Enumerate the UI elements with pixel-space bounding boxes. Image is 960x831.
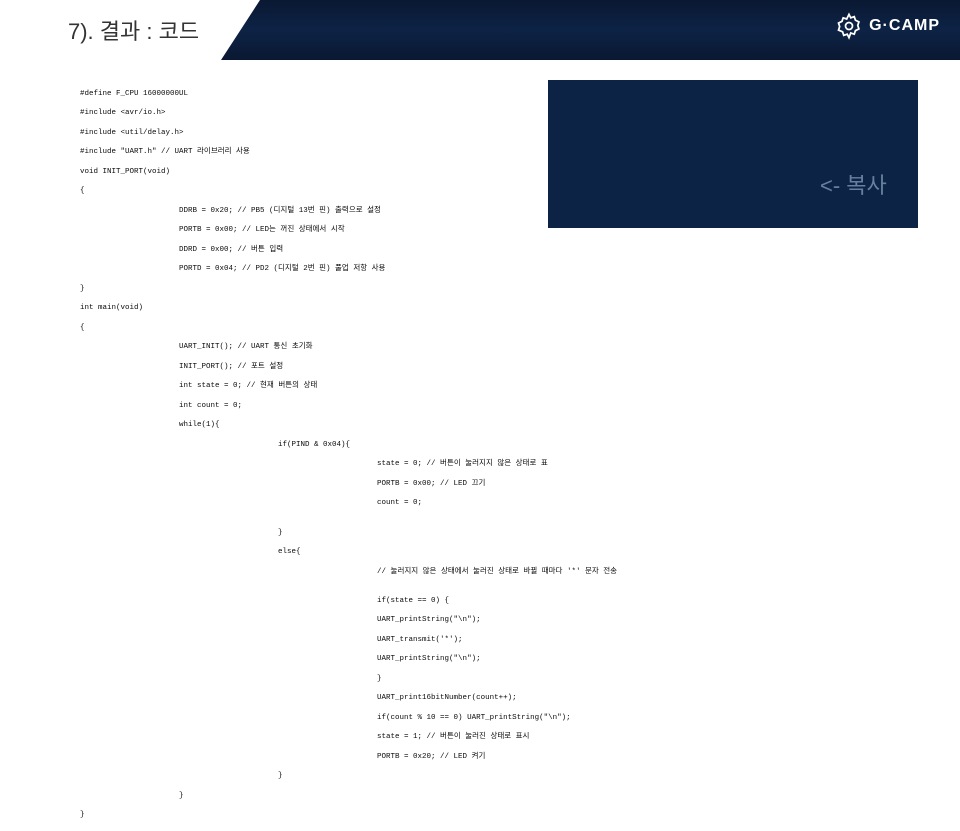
code-line: int count = 0; bbox=[80, 402, 880, 412]
code-line: #include <avr/io.h> bbox=[80, 109, 880, 119]
code-line: int main(void) bbox=[80, 304, 880, 314]
slide-title: 7). 결과 : 코드 bbox=[68, 14, 199, 46]
code-line: else{ bbox=[80, 548, 880, 558]
code-line: UART_printString("\n"); bbox=[80, 616, 880, 626]
code-line: while(1){ bbox=[80, 421, 880, 431]
code-line: DDRB = 0x20; // PB5 (디지털 13번 핀) 출력으로 설정 bbox=[80, 207, 880, 217]
code-line: } bbox=[80, 811, 880, 821]
code-line: if(PIND & 0x04){ bbox=[80, 441, 880, 451]
code-line: } bbox=[80, 792, 880, 802]
code-line: UART_transmit('*'); bbox=[80, 636, 880, 646]
code-line: if(count % 10 == 0) UART_printString("\n… bbox=[80, 714, 880, 724]
code-line: UART_printString("\n"); bbox=[80, 655, 880, 665]
code-line: UART_INIT(); // UART 통신 초기화 bbox=[80, 343, 880, 353]
code-line: UART_print16bitNumber(count++); bbox=[80, 694, 880, 704]
code-line: int state = 0; // 현재 버튼의 상태 bbox=[80, 382, 880, 392]
copy-label: <- 복사 bbox=[820, 168, 887, 200]
code-line: state = 0; // 버튼이 눌러지지 않은 상태로 표 bbox=[80, 460, 880, 470]
code-line: if(state == 0) { bbox=[80, 597, 880, 607]
code-line: { bbox=[80, 187, 880, 197]
code-line: { bbox=[80, 324, 880, 334]
code-line: count = 0; bbox=[80, 499, 880, 509]
code-line: } bbox=[80, 675, 880, 685]
code-line: PORTB = 0x00; // LED 끄기 bbox=[80, 480, 880, 490]
code-line: state = 1; // 버튼이 눌러진 상태로 표시 bbox=[80, 733, 880, 743]
code-line: PORTB = 0x00; // LED는 꺼진 상태에서 시작 bbox=[80, 226, 880, 236]
gear-icon bbox=[835, 12, 863, 40]
logo-text: G·CAMP bbox=[869, 17, 940, 35]
header-band: 7). 결과 : 코드 G·CAMP bbox=[0, 0, 960, 60]
code-line: INIT_PORT(); // 포트 설정 bbox=[80, 363, 880, 373]
code-line: #define F_CPU 16000000UL bbox=[80, 90, 880, 100]
code-line: } bbox=[80, 529, 880, 539]
code-line: #include <util/delay.h> bbox=[80, 129, 880, 139]
code-block: #define F_CPU 16000000UL #include <avr/i… bbox=[80, 80, 880, 831]
code-line: // 눌러지지 않은 상태에서 눌러진 상태로 바뀔 때마다 '*' 문자 전송 bbox=[80, 568, 880, 578]
code-line: #include "UART.h" // UART 라이브러리 사용 bbox=[80, 148, 880, 158]
code-line: PORTD = 0x04; // PD2 (디지털 2번 핀) 풀업 저항 사용 bbox=[80, 265, 880, 275]
logo: G·CAMP bbox=[835, 12, 940, 40]
code-line: DDRD = 0x00; // 버튼 입력 bbox=[80, 246, 880, 256]
code-line: } bbox=[80, 285, 880, 295]
code-line: PORTB = 0x20; // LED 켜기 bbox=[80, 753, 880, 763]
code-line: } bbox=[80, 772, 880, 782]
code-line: void INIT_PORT(void) bbox=[80, 168, 880, 178]
